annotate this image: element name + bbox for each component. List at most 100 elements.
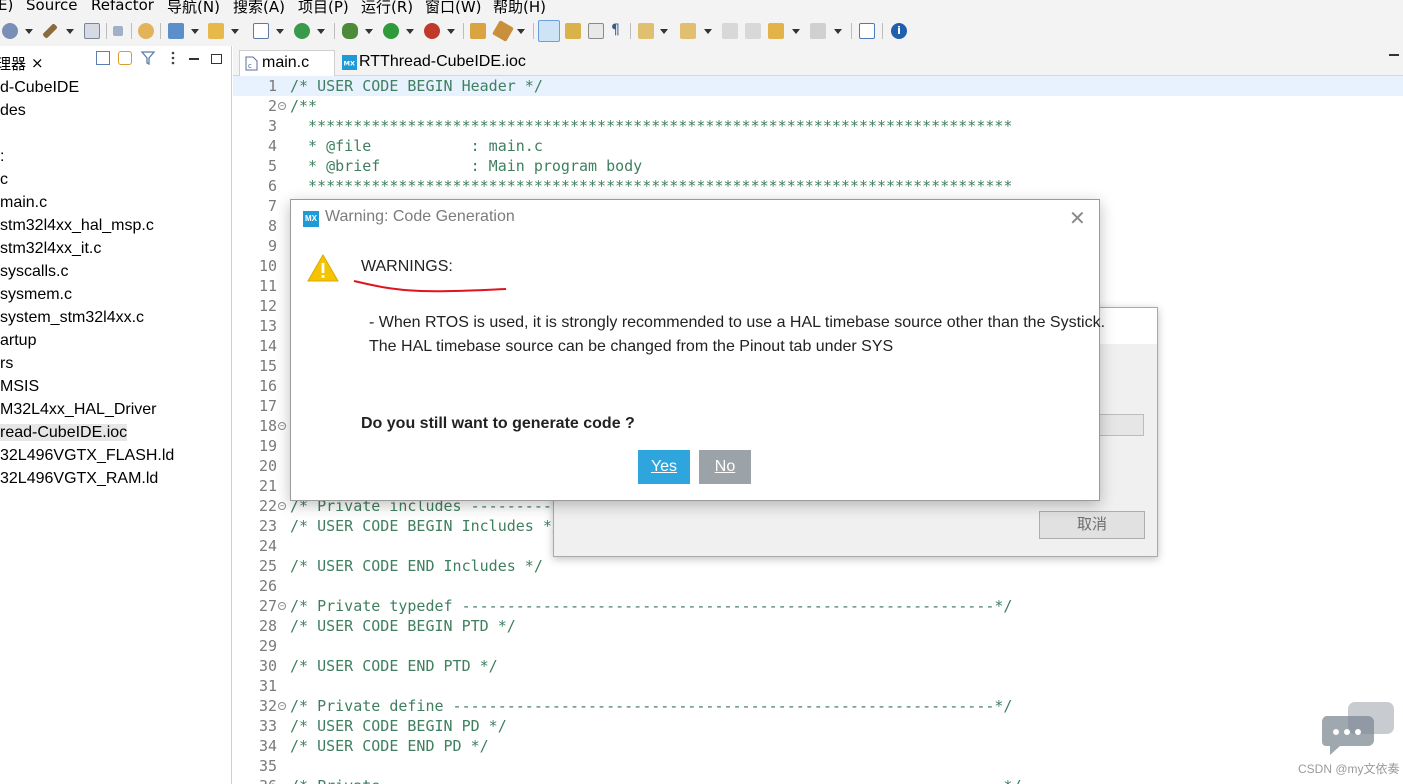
- fold-toggle-icon[interactable]: −: [278, 102, 286, 110]
- external-tools-icon[interactable]: [424, 23, 440, 39]
- code-line: 26: [233, 576, 1403, 596]
- line-number: 8: [267, 217, 277, 235]
- menu-search[interactable]: 搜索(A): [233, 0, 285, 16]
- tree-item[interactable]: 32L496VGTX_RAM.ld: [0, 467, 231, 490]
- tree-item[interactable]: des: [0, 99, 231, 122]
- maximize-icon[interactable]: [211, 54, 222, 64]
- back-icon[interactable]: [722, 23, 738, 39]
- chevron-down-icon[interactable]: [660, 29, 668, 34]
- tree-item[interactable]: stm32l4xx_it.c: [0, 237, 231, 260]
- prev-annotation-icon[interactable]: [680, 23, 696, 39]
- chevron-down-icon[interactable]: [25, 29, 33, 34]
- next-annotation-icon[interactable]: [638, 23, 654, 39]
- menu-run[interactable]: 运行(R): [361, 0, 413, 16]
- view-menu-icon[interactable]: [166, 51, 180, 65]
- minimize-icon[interactable]: [1389, 54, 1399, 57]
- tab-ioc[interactable]: MX RTThread-CubeIDE.ioc: [337, 50, 537, 76]
- menu-edit[interactable]: E): [0, 0, 13, 14]
- build-icon[interactable]: [42, 23, 58, 39]
- chevron-down-icon[interactable]: [66, 29, 74, 34]
- chevron-down-icon[interactable]: [231, 29, 239, 34]
- chevron-down-icon[interactable]: [447, 29, 455, 34]
- menu-source[interactable]: Source: [26, 0, 78, 14]
- open-type-icon[interactable]: [470, 23, 486, 39]
- chevron-down-icon[interactable]: [792, 29, 800, 34]
- no-button[interactable]: No: [699, 450, 751, 484]
- yes-button[interactable]: Yes: [638, 450, 690, 484]
- menu-help[interactable]: 帮助(H): [493, 0, 546, 16]
- tree-item[interactable]: d-CubeIDE: [0, 76, 231, 99]
- search-icon[interactable]: [492, 20, 514, 42]
- pilcrow-icon[interactable]: ¶: [611, 22, 621, 38]
- fold-toggle-icon[interactable]: −: [278, 422, 286, 430]
- toolbar-separator: [463, 23, 464, 39]
- line-number: 26: [258, 577, 277, 595]
- menu-project[interactable]: 项目(P): [298, 0, 349, 16]
- line-number: 29: [258, 637, 277, 655]
- tree-item[interactable]: artup: [0, 329, 231, 352]
- new-class-icon[interactable]: [168, 23, 184, 39]
- tree-item[interactable]: syscalls.c: [0, 260, 231, 283]
- new-folder-icon[interactable]: [208, 23, 224, 39]
- fold-toggle-icon[interactable]: −: [278, 702, 286, 710]
- tree-item-label: stm32l4xx_it.c: [0, 240, 102, 257]
- chevron-down-icon[interactable]: [191, 29, 199, 34]
- line-number: 32: [258, 697, 277, 715]
- chevron-down-icon[interactable]: [517, 29, 525, 34]
- menu-refactor[interactable]: Refactor: [91, 0, 154, 14]
- skip-icon[interactable]: [113, 26, 123, 36]
- tab-main-c[interactable]: c main.c: [239, 50, 335, 76]
- bug-icon[interactable]: [342, 23, 358, 39]
- tree-item[interactable]: rs: [0, 352, 231, 375]
- forward-arrow-icon[interactable]: [810, 23, 826, 39]
- refresh-icon[interactable]: [294, 23, 310, 39]
- filter-icon[interactable]: [141, 51, 155, 65]
- line-number: 35: [258, 757, 277, 775]
- tree-item[interactable]: main.c: [0, 191, 231, 214]
- chevron-down-icon[interactable]: [317, 29, 325, 34]
- debug-icon[interactable]: [2, 23, 18, 39]
- run-icon[interactable]: [383, 23, 399, 39]
- new-file-icon[interactable]: [253, 23, 269, 39]
- tree-item[interactable]: c: [0, 168, 231, 191]
- chevron-down-icon[interactable]: [704, 29, 712, 34]
- cancel-button[interactable]: 取消: [1039, 511, 1145, 539]
- tree-item[interactable]: :: [0, 145, 231, 168]
- chevron-down-icon[interactable]: [834, 29, 842, 34]
- code-text: /* USER CODE BEGIN PTD */: [290, 617, 516, 635]
- tree-item[interactable]: stm32l4xx_hal_msp.c: [0, 214, 231, 237]
- collapse-all-icon[interactable]: [96, 51, 110, 65]
- mark-icon[interactable]: [565, 23, 581, 39]
- info-icon[interactable]: i: [891, 23, 907, 39]
- tree-item[interactable]: 32L496VGTX_FLASH.ld: [0, 444, 231, 467]
- tree-item[interactable]: sysmem.c: [0, 283, 231, 306]
- fold-toggle-icon[interactable]: −: [278, 502, 286, 510]
- pin-icon[interactable]: [859, 23, 875, 39]
- fold-toggle-icon[interactable]: −: [278, 602, 286, 610]
- tree-item[interactable]: [0, 122, 231, 145]
- toolbar-separator: [106, 23, 107, 39]
- binary-icon[interactable]: [84, 23, 100, 39]
- tree-item-label: read-CubeIDE.ioc: [0, 424, 128, 441]
- chevron-down-icon[interactable]: [276, 29, 284, 34]
- tree-item[interactable]: read-CubeIDE.ioc: [0, 421, 231, 444]
- close-icon[interactable]: ×: [31, 54, 44, 72]
- link-editor-icon[interactable]: [118, 51, 132, 65]
- hand-icon[interactable]: [138, 23, 154, 39]
- menu-bar: E) Source Refactor 导航(N) 搜索(A) 项目(P) 运行(…: [0, 0, 1403, 16]
- highlight-icon[interactable]: [538, 20, 560, 42]
- menu-window[interactable]: 窗口(W): [425, 0, 482, 16]
- close-icon[interactable]: ✕: [1069, 208, 1086, 228]
- project-explorer-tab[interactable]: 理器 ×: [0, 48, 50, 74]
- watermark: CSDN @my文依奏: [1298, 762, 1400, 776]
- tree-item[interactable]: MSIS: [0, 375, 231, 398]
- chevron-down-icon[interactable]: [365, 29, 373, 34]
- menu-navigate[interactable]: 导航(N): [167, 0, 220, 16]
- show-whitespace-icon[interactable]: [588, 23, 604, 39]
- minimize-icon[interactable]: [189, 58, 199, 60]
- forward-icon[interactable]: [745, 23, 761, 39]
- chevron-down-icon[interactable]: [406, 29, 414, 34]
- tree-item[interactable]: system_stm32l4xx.c: [0, 306, 231, 329]
- tree-item[interactable]: M32L4xx_HAL_Driver: [0, 398, 231, 421]
- back-arrow-icon[interactable]: [768, 23, 784, 39]
